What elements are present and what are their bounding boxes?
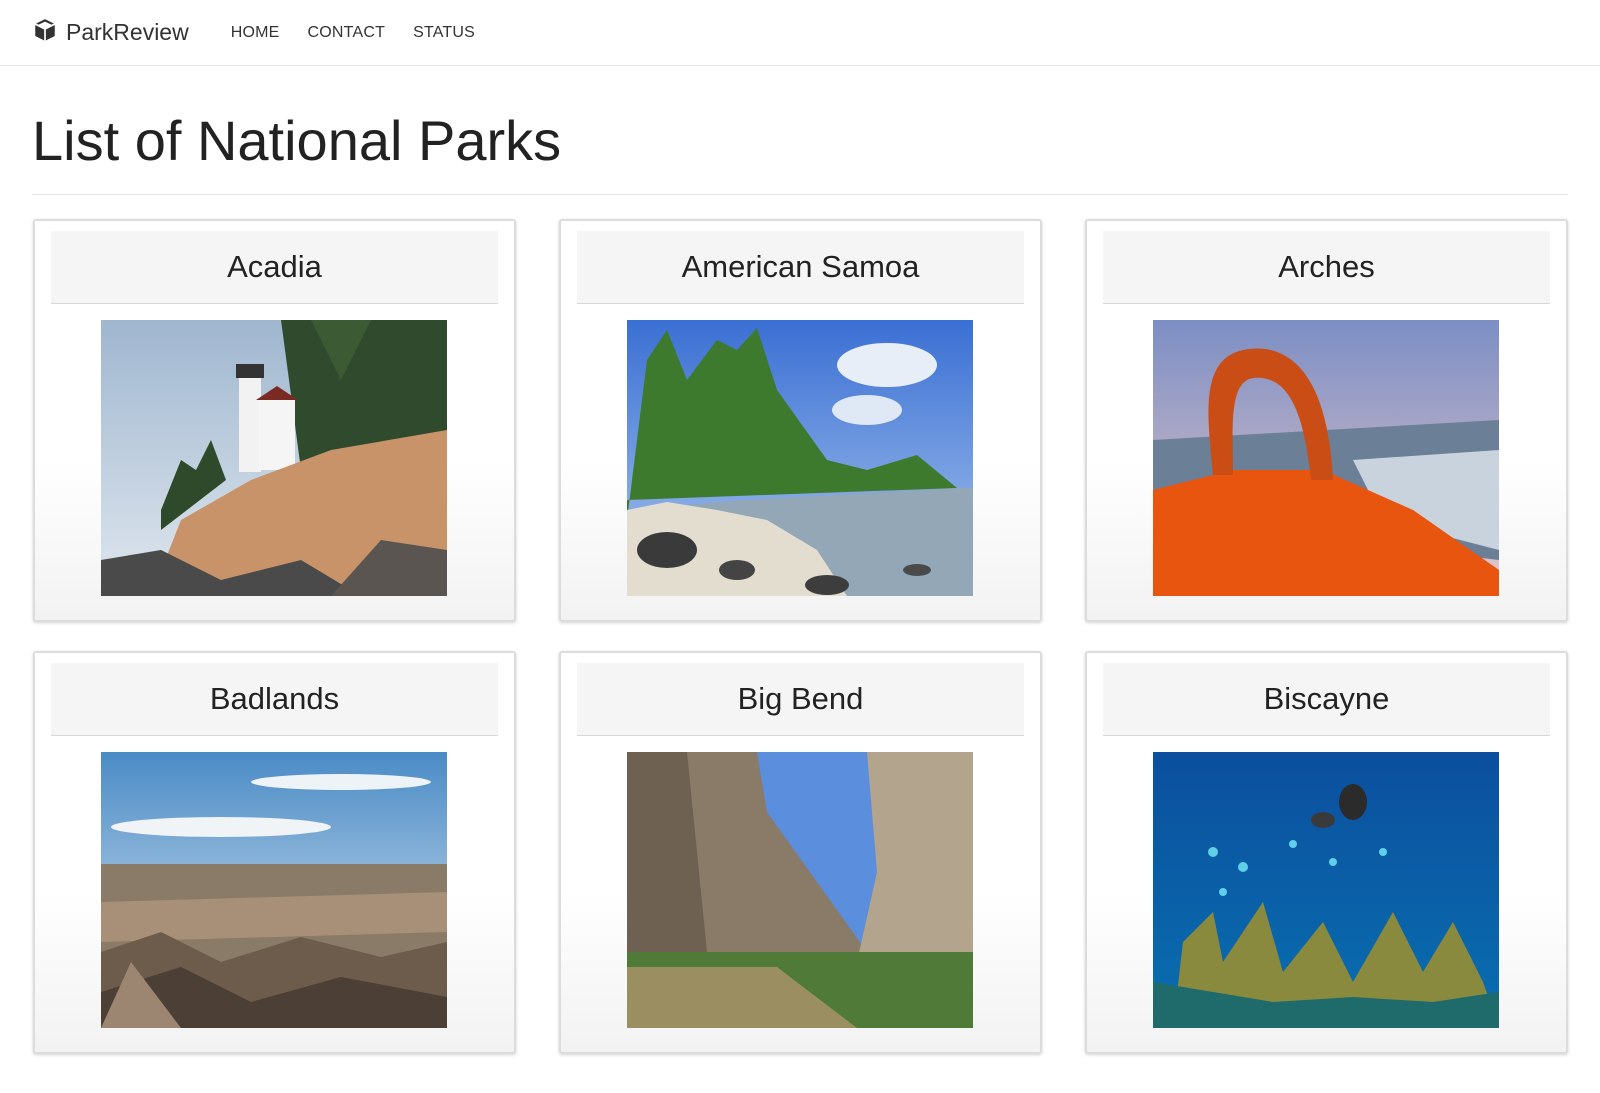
park-name: Badlands	[209, 681, 340, 716]
card-header: Biscayne	[1103, 663, 1550, 736]
card-header: American Samoa	[577, 231, 1024, 304]
card-header: Big Bend	[577, 663, 1024, 736]
park-name: American Samoa	[681, 249, 920, 284]
park-card-big-bend[interactable]: Big Bend	[559, 651, 1042, 1054]
park-photo-badlands[interactable]	[101, 752, 447, 1028]
park-name: Acadia	[227, 249, 322, 284]
cube-icon	[32, 17, 58, 48]
title-divider	[32, 194, 1568, 195]
park-card-acadia[interactable]: Acadia	[33, 219, 516, 622]
brand-link[interactable]: ParkReview	[32, 17, 189, 48]
park-card-badlands[interactable]: Badlands	[33, 651, 516, 1054]
card-header: Arches	[1103, 231, 1550, 304]
park-name: Arches	[1278, 249, 1375, 284]
page-title: List of National Parks	[32, 109, 562, 172]
top-navbar: ParkReview HOME CONTACT STATUS	[0, 0, 1600, 66]
nav-status-link[interactable]: STATUS	[413, 24, 475, 42]
park-photo-big-bend[interactable]	[627, 752, 973, 1028]
park-photo-arches[interactable]	[1153, 320, 1499, 596]
park-photo-biscayne[interactable]	[1153, 752, 1499, 1028]
park-photo-american-samoa[interactable]	[627, 320, 973, 596]
nav-home-link[interactable]: HOME	[231, 24, 280, 42]
park-name: Big Bend	[737, 681, 864, 716]
brand-name: ParkReview	[66, 19, 189, 45]
park-card-american-samoa[interactable]: American Samoa	[559, 219, 1042, 622]
park-photo-acadia[interactable]	[101, 320, 447, 596]
card-header: Badlands	[51, 663, 498, 736]
park-card-biscayne[interactable]: Biscayne	[1085, 651, 1568, 1054]
park-name: Biscayne	[1263, 681, 1390, 716]
nav-contact-link[interactable]: CONTACT	[308, 24, 386, 42]
parks-grid: Acadia American Samoa Arches Badlands Bi…	[33, 219, 1568, 1065]
park-card-arches[interactable]: Arches	[1085, 219, 1568, 622]
card-header: Acadia	[51, 231, 498, 304]
